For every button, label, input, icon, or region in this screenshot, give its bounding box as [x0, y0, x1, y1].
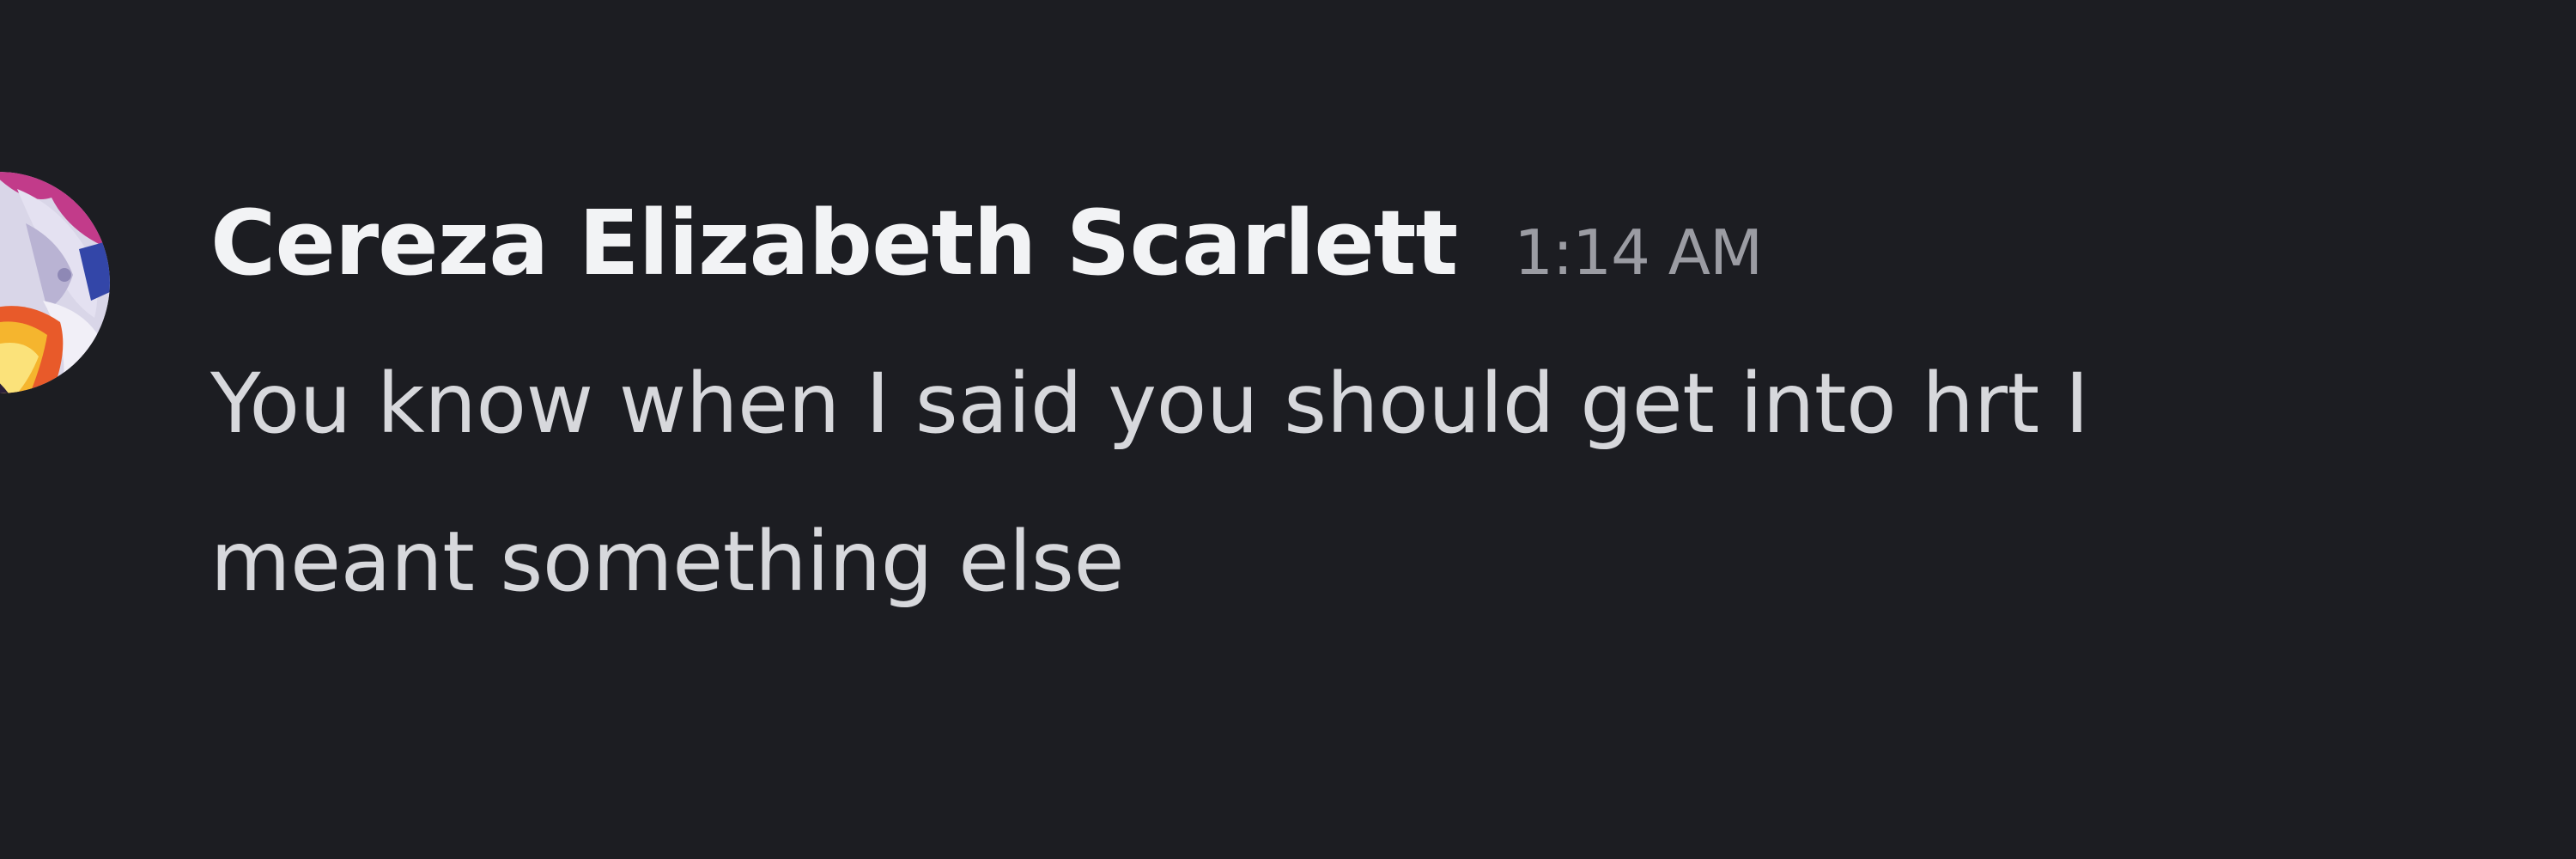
username[interactable]: Cereza Elizabeth Scarlett	[210, 191, 1458, 295]
message-header: Cereza Elizabeth Scarlett 1:14 AM	[210, 191, 1763, 311]
timestamp: 1:14 AM	[1514, 216, 1763, 289]
message-line: meant something else	[210, 514, 1125, 610]
anime-character-avatar-icon	[0, 172, 110, 393]
avatar[interactable]	[0, 172, 110, 393]
message-line: You know when I said you should get into…	[210, 356, 2089, 452]
message-content: You know when I said you should get into…	[210, 325, 2529, 641]
chat-message: Cereza Elizabeth Scarlett 1:14 AM You kn…	[0, 0, 2576, 859]
